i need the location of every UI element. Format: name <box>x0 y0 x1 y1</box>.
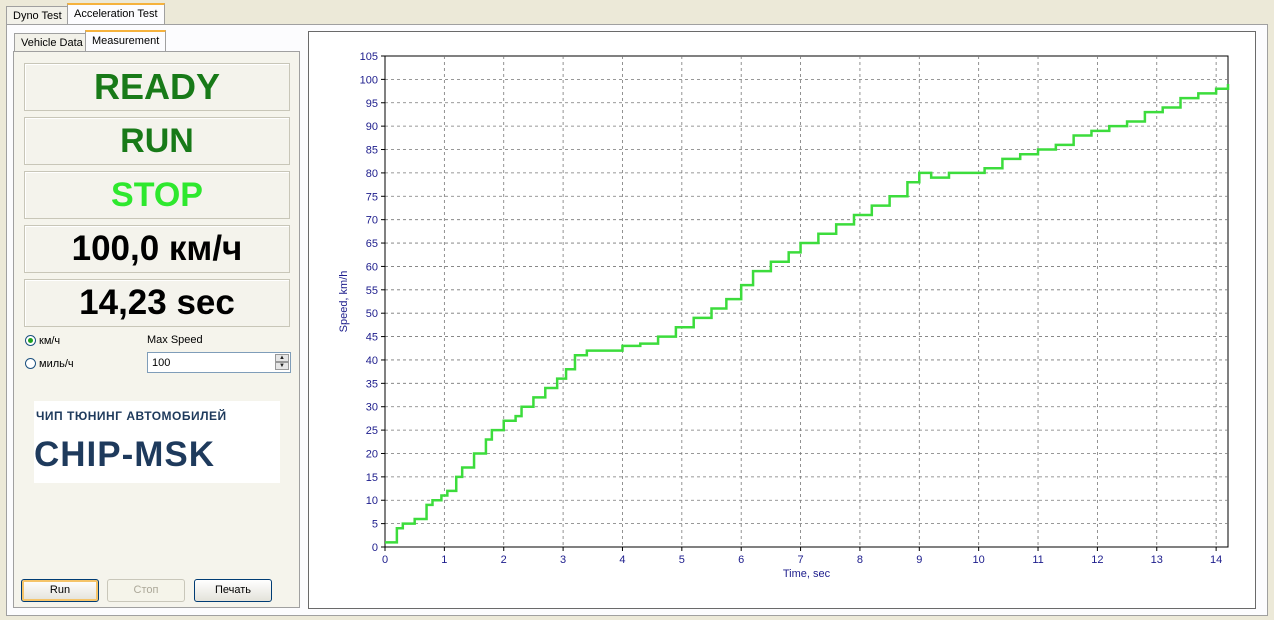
tab-dyno-test[interactable]: Dyno Test <box>6 6 69 25</box>
unit-kmh-label: км/ч <box>39 335 61 347</box>
run-indicator: RUN <box>24 117 290 165</box>
y-tick-label: 85 <box>366 145 378 157</box>
stop-label: STOP <box>111 176 203 214</box>
tab-acceleration-test[interactable]: Acceleration Test <box>67 3 165 25</box>
x-tick-label: 12 <box>1091 554 1103 566</box>
tab-vehicle-data[interactable]: Vehicle Data <box>14 33 90 52</box>
y-tick-label: 80 <box>366 168 378 180</box>
y-tick-label: 55 <box>366 285 378 297</box>
y-tick-label: 25 <box>366 425 378 437</box>
x-tick-label: 13 <box>1151 554 1163 566</box>
y-tick-label: 5 <box>372 519 378 531</box>
y-axis-title: Speed, km/h <box>338 271 350 333</box>
chip-msk-logo: ЧИП ТЮНИНГ АВТОМОБИЛЕЙ CHIP-MSK <box>34 401 280 483</box>
stop-button[interactable]: Стоп <box>107 579 185 602</box>
x-tick-label: 4 <box>619 554 625 566</box>
speed-readout: 100,0 км/ч <box>24 225 290 273</box>
spin-up-icon[interactable]: ▲ <box>275 354 289 362</box>
y-tick-label: 100 <box>360 74 378 86</box>
x-tick-label: 10 <box>973 554 985 566</box>
ready-label: READY <box>93 66 221 107</box>
logo-wordmark: CHIP-MSK <box>34 435 216 474</box>
unit-mph-label: миль/ч <box>39 358 74 370</box>
x-tick-label: 0 <box>382 554 388 566</box>
x-tick-label: 11 <box>1032 554 1043 566</box>
x-tick-label: 1 <box>441 554 447 566</box>
chart-svg: 0 1 2 3 4 5 6 7 8 9 10 11 12 13 1405101520253035404550… <box>338 51 1230 580</box>
x-tick-label: 5 <box>679 554 685 566</box>
x-tick-label: 2 <box>501 554 507 566</box>
print-button[interactable]: Печать <box>194 579 272 602</box>
max-speed-value: 100 <box>152 357 171 369</box>
x-tick-label: 9 <box>916 554 922 566</box>
time-readout: 14,23 sec <box>24 279 290 327</box>
y-tick-label: 0 <box>372 542 378 554</box>
x-tick-label: 3 <box>560 554 566 566</box>
stop-indicator: STOP <box>24 171 290 219</box>
tab-measurement[interactable]: Measurement <box>85 30 167 52</box>
y-tick-label: 45 <box>366 332 378 344</box>
y-tick-label: 90 <box>366 121 378 133</box>
y-tick-label: 30 <box>366 402 378 414</box>
y-tick-label: 50 <box>366 308 378 320</box>
max-speed-spinner[interactable]: ▲ ▼ <box>275 354 289 371</box>
x-tick-label: 14 <box>1210 554 1222 566</box>
run-button[interactable]: Run <box>21 579 99 602</box>
y-tick-label: 75 <box>366 191 378 203</box>
spin-down-icon[interactable]: ▼ <box>275 362 289 370</box>
max-speed-label: Max Speed <box>147 334 203 346</box>
x-tick-label: 8 <box>857 554 863 566</box>
y-tick-label: 65 <box>366 238 378 250</box>
max-speed-input[interactable]: 100 ▲ ▼ <box>147 352 291 373</box>
unit-kmh-radio[interactable] <box>25 335 36 346</box>
ready-indicator: READY <box>24 63 290 111</box>
logo-tagline: ЧИП ТЮНИНГ АВТОМОБИЛЕЙ <box>36 409 227 423</box>
y-tick-label: 10 <box>366 495 378 507</box>
y-tick-label: 70 <box>366 215 378 227</box>
y-tick-label: 95 <box>366 98 378 110</box>
y-tick-label: 20 <box>366 448 378 460</box>
acceleration-chart: 0 1 2 3 4 5 6 7 8 9 10 11 12 13 14 0 5 10 15 20 25 30 35 40 45 50… <box>308 31 1256 609</box>
unit-mph-radio[interactable] <box>25 358 36 369</box>
y-tick-label: 105 <box>360 51 378 63</box>
y-tick-label: 60 <box>366 261 378 273</box>
run-label: RUN <box>120 122 194 160</box>
y-tick-label: 40 <box>366 355 378 367</box>
x-axis-title: Time, sec <box>783 568 831 580</box>
y-tick-label: 15 <box>366 472 378 484</box>
x-tick-label: 7 <box>798 554 804 566</box>
y-tick-label: 35 <box>366 378 378 390</box>
time-value: 14,23 sec <box>79 283 235 322</box>
speed-value: 100,0 км/ч <box>71 229 243 268</box>
x-tick-label: 6 <box>738 554 744 566</box>
